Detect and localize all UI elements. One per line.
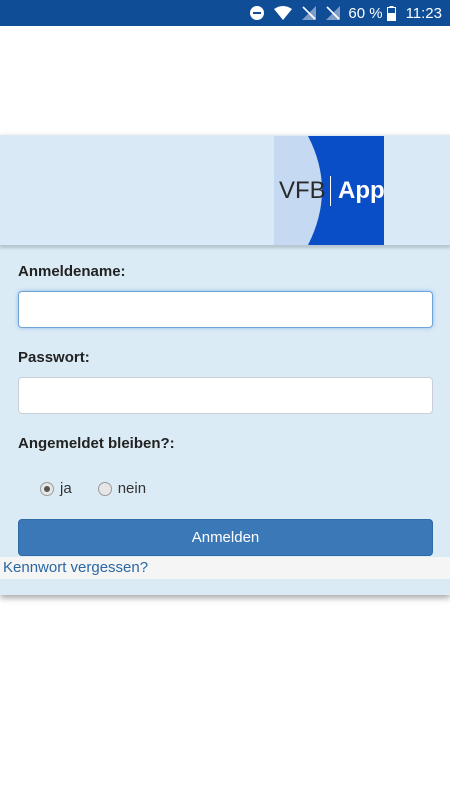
remember-yes-option[interactable]: ja: [40, 480, 72, 497]
status-bar: 60 % 11:23: [0, 0, 450, 26]
radio-yes[interactable]: [40, 481, 54, 496]
clock: 11:23: [405, 4, 442, 22]
remember-label: Angemeldet bleiben?:: [18, 435, 175, 452]
no-signal-icon: [302, 6, 317, 20]
battery-percent: 60 %: [348, 4, 383, 22]
logo-text-vfb: VFB: [279, 177, 326, 204]
do-not-disturb-icon: [250, 6, 265, 20]
logo-text-app: App: [338, 177, 384, 204]
password-input[interactable]: [18, 377, 433, 414]
remember-options: ja nein: [18, 480, 433, 497]
username-label: Anmeldename:: [18, 263, 126, 280]
battery-icon: [386, 5, 396, 21]
forgot-password-row: Kennwort vergessen?: [0, 557, 450, 579]
radio-no[interactable]: [97, 481, 112, 496]
no-signal-icon: [326, 6, 341, 20]
radio-yes-label: ja: [60, 480, 72, 497]
wifi-icon: [274, 6, 293, 20]
radio-no-label: nein: [117, 480, 147, 497]
login-form: Anmeldename: Passwort: Angemeldet bleibe…: [18, 263, 433, 556]
username-input[interactable]: [18, 291, 433, 328]
login-card: VFB App Anmeldename: Passwort: Angemelde…: [0, 135, 450, 595]
app-header: VFB App: [0, 135, 450, 246]
login-button[interactable]: Anmelden: [18, 519, 433, 556]
vfb-app-logo: VFB App: [274, 136, 384, 245]
remember-no-option[interactable]: nein: [97, 480, 147, 497]
password-label: Passwort:: [18, 349, 90, 366]
forgot-password-link[interactable]: Kennwort vergessen?: [3, 559, 148, 576]
